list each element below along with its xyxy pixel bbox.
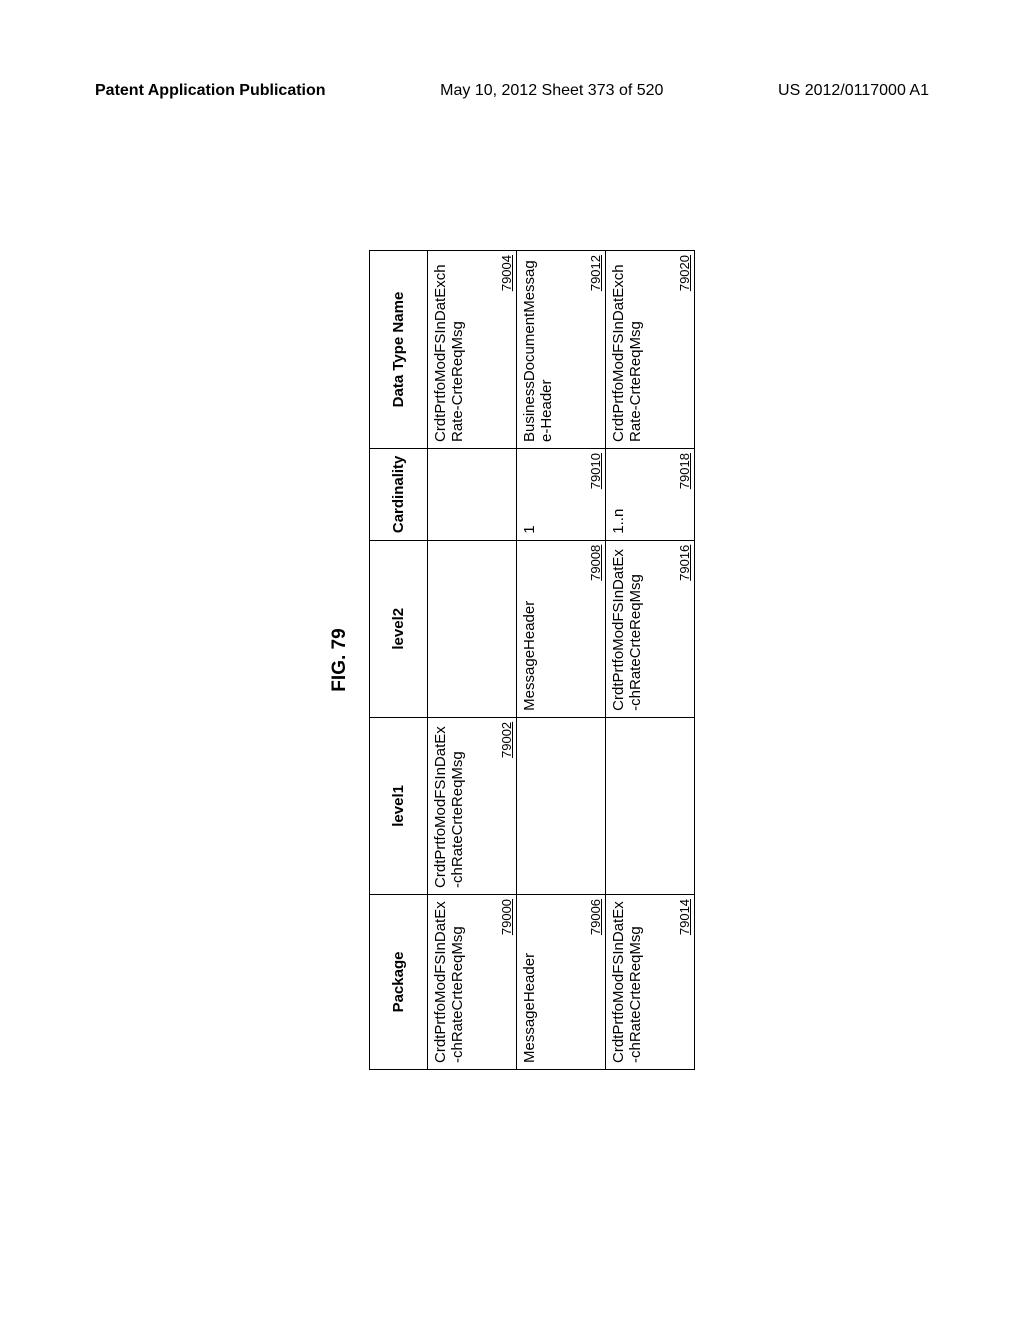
- cell-ref: 79018: [677, 453, 692, 489]
- figure-container: FIG. 79 Package level1 level2 Cardinalit…: [329, 250, 695, 1070]
- cell-ref: 79004: [499, 255, 514, 291]
- data-table: Package level1 level2 Cardinality Data T…: [369, 250, 695, 1070]
- cell-ref: 79012: [588, 255, 603, 291]
- cell-package: MessageHeader 79006: [517, 895, 605, 1069]
- figure-title: FIG. 79: [329, 250, 351, 1070]
- cell-text: MessageHeader: [521, 601, 538, 711]
- table-row: CrdtPrtfoModFSInDatEx-chRateCrteReqMsg 79…: [428, 251, 517, 1070]
- cell-level2: [428, 541, 516, 717]
- cell-level1: [517, 718, 605, 894]
- cell-level2: CrdtPrtfoModFSInDatEx-chRateCrteReqMsg 79…: [606, 541, 694, 717]
- cell-ref: 79014: [677, 899, 692, 935]
- cell-package: CrdtPrtfoModFSInDatEx-chRateCrteReqMsg 79…: [606, 895, 694, 1069]
- cell-ref: 79006: [588, 899, 603, 935]
- header-doc-number: US 2012/0117000 A1: [778, 82, 929, 100]
- cell-ref: 79016: [677, 545, 692, 581]
- cell-text: CrdtPrtfoModFSInDatExchRate-CrteReqMsg: [610, 264, 644, 442]
- cell-datatype: CrdtPrtfoModFSInDatExchRate-CrteReqMsg 79…: [428, 251, 516, 448]
- col-header-package: Package: [370, 894, 428, 1069]
- cell-ref: 79008: [588, 545, 603, 581]
- cell-text: CrdtPrtfoModFSInDatEx-chRateCrteReqMsg: [432, 726, 466, 888]
- cell-text: MessageHeader: [521, 953, 538, 1063]
- col-header-level2: level2: [370, 540, 428, 717]
- cell-text: CrdtPrtfoModFSInDatEx-chRateCrteReqMsg: [610, 549, 644, 711]
- cell-text: CrdtPrtfoModFSInDatExchRate-CrteReqMsg: [432, 264, 466, 442]
- table-header-row: Package level1 level2 Cardinality Data T…: [370, 251, 428, 1070]
- cell-ref: 79020: [677, 255, 692, 291]
- cell-datatype: CrdtPrtfoModFSInDatExchRate-CrteReqMsg 79…: [606, 251, 694, 448]
- cell-text: CrdtPrtfoModFSInDatEx-chRateCrteReqMsg: [610, 901, 644, 1063]
- header-sheet-info: May 10, 2012 Sheet 373 of 520: [440, 82, 663, 100]
- cell-text: 1..n: [610, 509, 627, 534]
- table-row: MessageHeader 79006 MessageHeader 79008 1 7…: [517, 251, 606, 1070]
- cell-level1: [606, 718, 694, 894]
- cell-level1: CrdtPrtfoModFSInDatEx-chRateCrteReqMsg 79…: [428, 718, 516, 894]
- cell-text: BusinessDocumentMessage-Header: [521, 260, 555, 442]
- cell-text: 1: [521, 525, 538, 533]
- page-header: Patent Application Publication May 10, 2…: [0, 0, 1024, 100]
- cell-cardinality: 1 79010: [517, 449, 605, 540]
- table-row: CrdtPrtfoModFSInDatEx-chRateCrteReqMsg 79…: [606, 251, 695, 1070]
- cell-ref: 79000: [499, 899, 514, 935]
- col-header-level1: level1: [370, 717, 428, 894]
- cell-cardinality: [428, 449, 516, 540]
- col-header-datatype: Data Type Name: [370, 251, 428, 449]
- cell-text: CrdtPrtfoModFSInDatEx-chRateCrteReqMsg: [432, 901, 466, 1063]
- cell-ref: 79010: [588, 453, 603, 489]
- cell-level2: MessageHeader 79008: [517, 541, 605, 717]
- header-publication: Patent Application Publication: [95, 82, 326, 100]
- cell-ref: 79002: [499, 722, 514, 758]
- col-header-cardinality: Cardinality: [370, 449, 428, 541]
- cell-datatype: BusinessDocumentMessage-Header 79012: [517, 251, 605, 448]
- cell-package: CrdtPrtfoModFSInDatEx-chRateCrteReqMsg 79…: [428, 895, 516, 1069]
- cell-cardinality: 1..n 79018: [606, 449, 694, 540]
